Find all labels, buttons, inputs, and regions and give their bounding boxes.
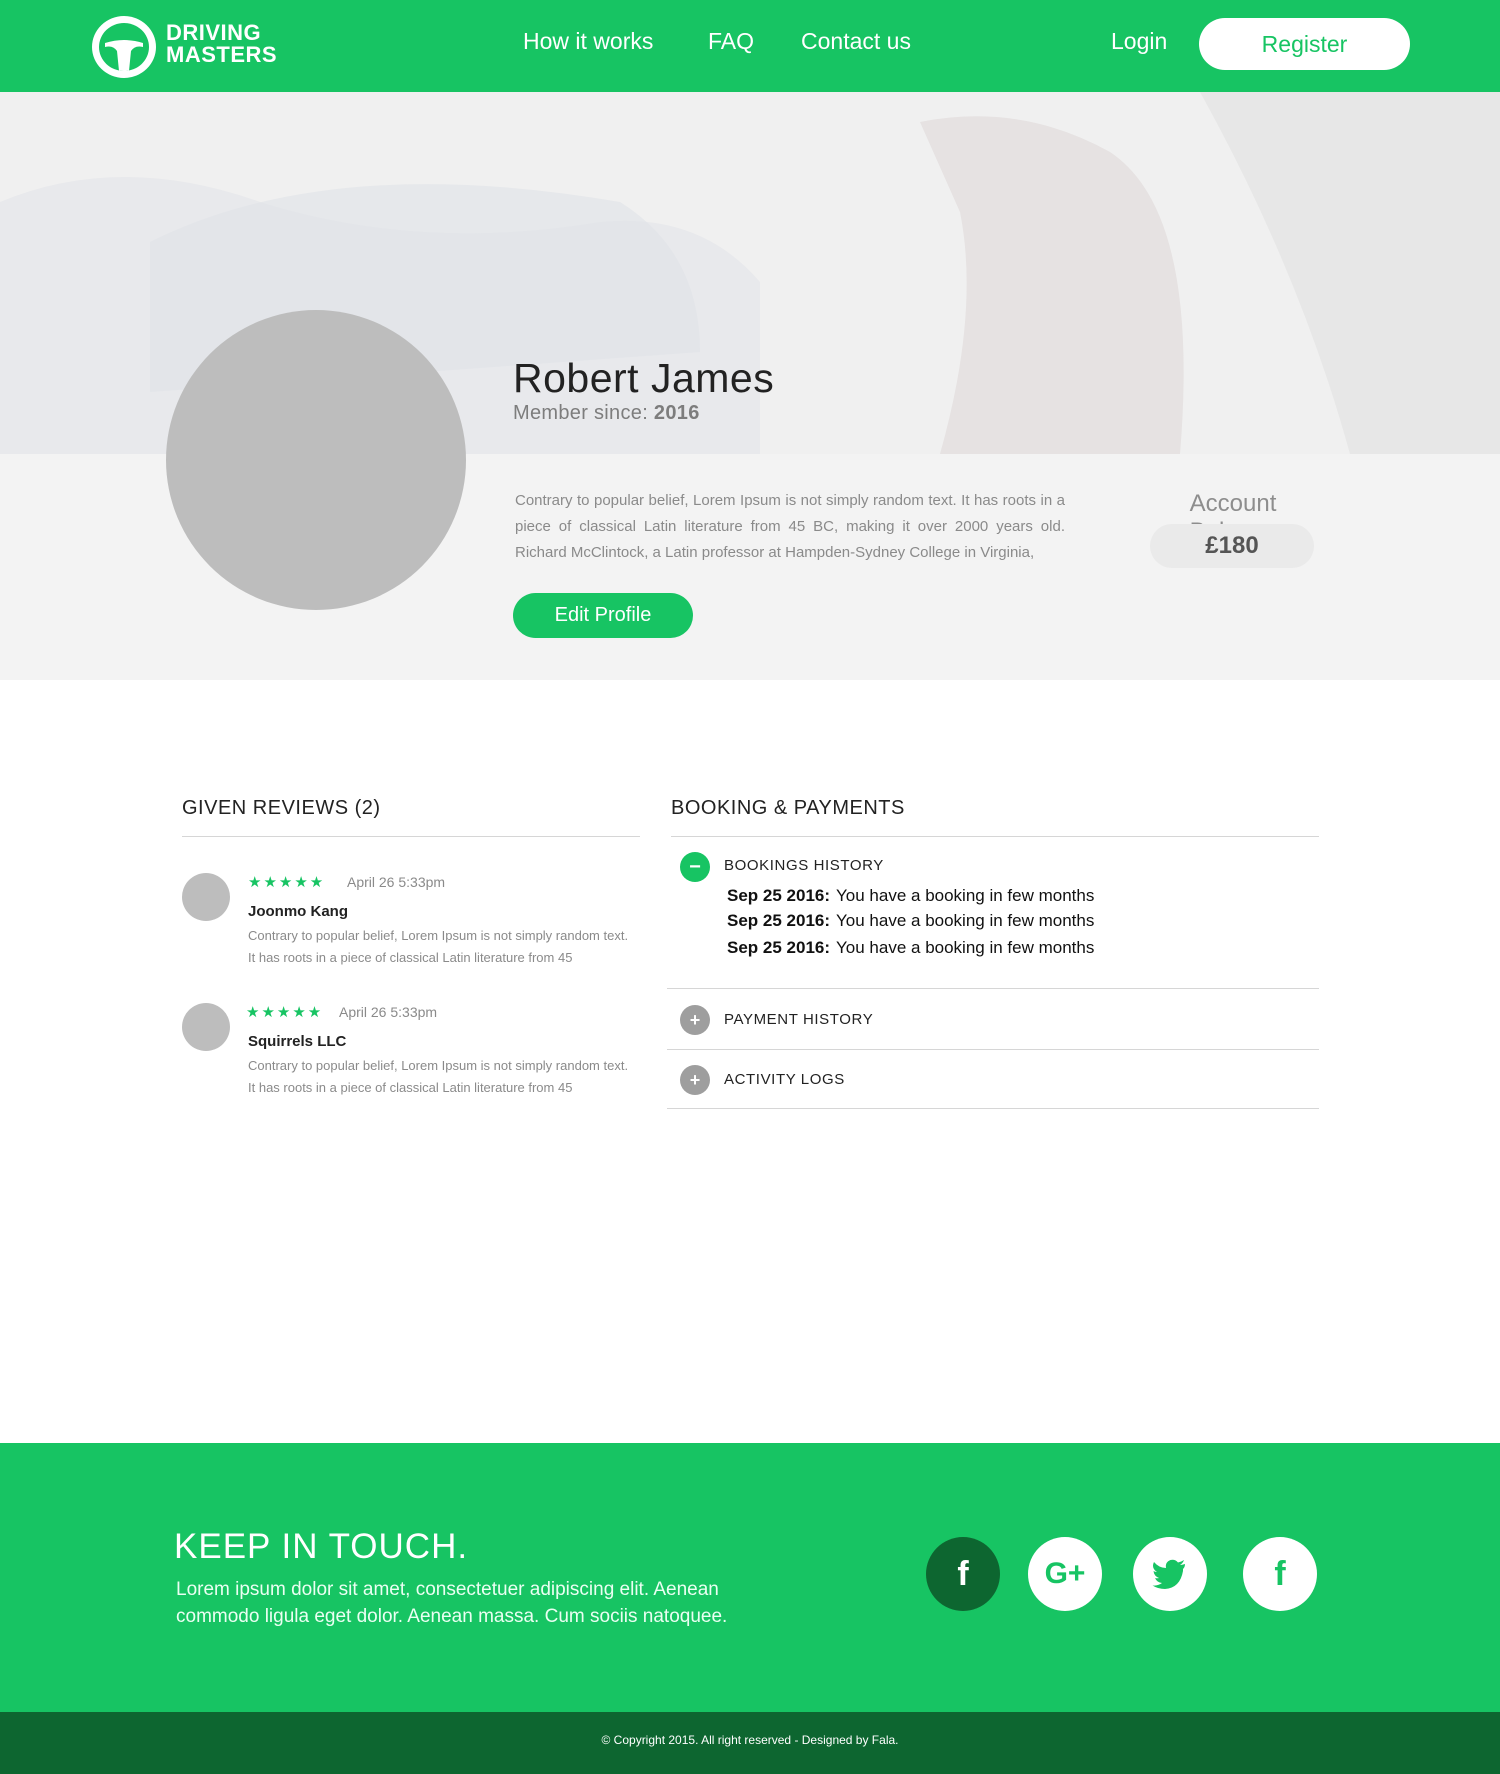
collapse-minus-icon[interactable]: −: [680, 852, 710, 882]
nav-contact-us[interactable]: Contact us: [801, 28, 911, 55]
payment-history-toggle[interactable]: PAYMENT HISTORY: [724, 1011, 873, 1028]
profile-bio: Contrary to popular belief, Lorem Ipsum …: [515, 492, 1065, 561]
copyright-text: © Copyright 2015. All right reserved - D…: [601, 1733, 899, 1747]
expand-plus-icon[interactable]: +: [680, 1065, 710, 1095]
booking-date: Sep 25 2016:: [727, 911, 831, 930]
reviewer-avatar[interactable]: [182, 873, 230, 921]
section-divider: [667, 1049, 1319, 1050]
brand-line-2: MASTERS: [166, 42, 278, 67]
brand-line-1: DRIVING: [166, 20, 262, 45]
keep-in-touch-title: KEEP IN TOUCH.: [174, 1527, 469, 1566]
member-since-label: Member since:: [513, 402, 654, 424]
reviews-divider: [182, 836, 640, 837]
star-rating-icon: ★★★★★: [246, 1004, 324, 1021]
review-text: Contrary to popular belief, Lorem Ipsum …: [248, 1058, 629, 1095]
booking-text: You have a booking in few months: [836, 911, 1095, 930]
account-balance-value: £180: [1150, 524, 1314, 568]
star-rating-icon: ★★★★★: [248, 874, 326, 891]
edit-profile-button[interactable]: Edit Profile: [513, 593, 693, 638]
login-link[interactable]: Login: [1111, 28, 1167, 55]
expand-plus-icon[interactable]: +: [680, 1005, 710, 1035]
profile-name: Robert James: [513, 355, 775, 401]
bookings-divider: [671, 836, 1319, 837]
booking-text: You have a booking in few months: [836, 938, 1095, 957]
activity-logs-toggle[interactable]: ACTIVITY LOGS: [724, 1071, 845, 1088]
given-reviews-title: GIVEN REVIEWS (2): [182, 797, 381, 819]
nav-how-it-works[interactable]: How it works: [523, 28, 653, 55]
review-text: Contrary to popular belief, Lorem Ipsum …: [248, 928, 629, 965]
footer-text: Lorem ipsum dolor sit amet, consectetuer…: [176, 1579, 728, 1627]
booking-history-row: Sep 25 2016: You have a booking in few mo…: [727, 938, 1094, 958]
booking-date: Sep 25 2016:: [727, 938, 831, 957]
booking-text: You have a booking in few months: [836, 886, 1095, 905]
twitter-icon[interactable]: [1133, 1537, 1207, 1611]
review-author[interactable]: Joonmo Kang: [248, 903, 348, 920]
section-divider: [667, 988, 1319, 989]
booking-history-row: Sep 25 2016: You have a booking in few mo…: [727, 911, 1094, 931]
reviewer-avatar[interactable]: [182, 1003, 230, 1051]
brand-name[interactable]: DRIVING MASTERS: [166, 22, 277, 66]
review-date: April 26 5:33pm: [347, 874, 446, 890]
steering-wheel-logo-icon[interactable]: [92, 16, 156, 78]
bookings-history-toggle[interactable]: BOOKINGS HISTORY: [724, 857, 884, 874]
booking-date: Sep 25 2016:: [727, 886, 831, 905]
profile-avatar[interactable]: [166, 310, 466, 610]
register-button[interactable]: Register: [1199, 18, 1410, 70]
review-item: ★★★★★ April 26 5:33pm Squirrels LLC Cont…: [182, 1003, 642, 1113]
section-divider: [667, 1108, 1319, 1109]
member-since-year: 2016: [653, 402, 700, 424]
review-author[interactable]: Squirrels LLC: [248, 1033, 346, 1050]
review-item: ★★★★★ April 26 5:33pm Joonmo Kang Contra…: [182, 873, 642, 983]
google-plus-icon[interactable]: G+: [1028, 1537, 1102, 1611]
review-date: April 26 5:33pm: [339, 1004, 438, 1020]
member-since: Member since: 2016: [513, 402, 700, 425]
nav-faq[interactable]: FAQ: [708, 28, 754, 55]
booking-payments-title: BOOKING & PAYMENTS: [671, 797, 905, 819]
facebook-icon[interactable]: f: [1243, 1537, 1317, 1611]
booking-history-row: Sep 25 2016: You have a booking in few mo…: [727, 886, 1094, 906]
facebook-icon[interactable]: f: [926, 1537, 1000, 1611]
